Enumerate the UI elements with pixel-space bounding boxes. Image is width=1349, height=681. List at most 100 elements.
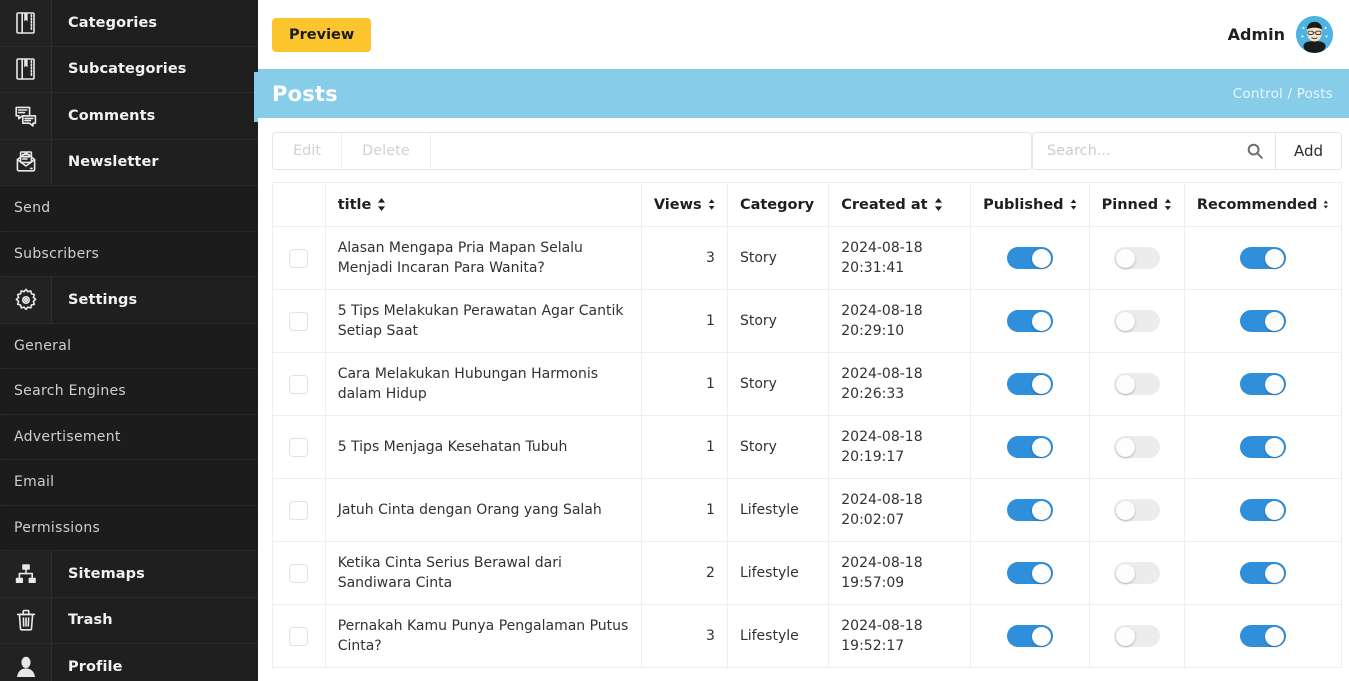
cell-category: Lifestyle [726, 478, 830, 542]
toggle-knob [1264, 500, 1284, 520]
sidebar-item-categories[interactable]: Categories [0, 0, 258, 47]
pinned-toggle[interactable] [1113, 562, 1160, 584]
cell-views: 3 [640, 226, 728, 290]
cell-pinned [1088, 289, 1185, 353]
recommended-toggle[interactable] [1239, 436, 1286, 458]
pinned-toggle[interactable] [1113, 436, 1160, 458]
table-row[interactable]: Ketika Cinta Serius Berawal dari Sandiwa… [272, 541, 1343, 605]
cell-select [272, 541, 326, 605]
published-toggle[interactable] [1006, 373, 1053, 395]
sidebar-subitem-general[interactable]: General [0, 323, 258, 369]
cell-pinned [1088, 352, 1185, 416]
th-pinned[interactable]: Pinned [1088, 182, 1185, 227]
published-toggle[interactable] [1006, 436, 1053, 458]
sort-icon[interactable] [934, 198, 943, 211]
row-checkbox[interactable] [289, 311, 309, 331]
published-toggle[interactable] [1006, 562, 1053, 584]
search-input[interactable] [1046, 143, 1241, 159]
cell-title: Pernakah Kamu Punya Pengalaman Putus Cin… [324, 604, 642, 668]
toggle-knob [1031, 374, 1051, 394]
sidebar-subitem-email[interactable]: Email [0, 460, 258, 506]
published-toggle[interactable] [1006, 310, 1053, 332]
row-checkbox[interactable] [289, 563, 309, 583]
cell-views: 1 [640, 415, 728, 479]
th-views[interactable]: Views [640, 182, 728, 227]
pinned-toggle[interactable] [1113, 247, 1160, 269]
th-published[interactable]: Published [970, 182, 1090, 227]
sort-icon[interactable] [1323, 198, 1329, 211]
preview-button[interactable]: Preview [272, 17, 372, 52]
sidebar-subitem-search-engines[interactable]: Search Engines [0, 369, 258, 415]
row-checkbox[interactable] [289, 248, 309, 268]
table-header: title Views Category Created at Publishe… [272, 182, 1343, 227]
sidebar-item-settings[interactable]: Settings [0, 277, 258, 324]
sidebar-subitem-send[interactable]: Send [0, 186, 258, 232]
sidebar-subitem-permissions[interactable]: Permissions [0, 505, 258, 551]
toggle-knob [1115, 626, 1135, 646]
cell-recommended [1183, 541, 1343, 605]
sidebar-item-trash[interactable]: Trash [0, 597, 258, 644]
cell-title: 5 Tips Menjaga Kesehatan Tubuh [324, 415, 642, 479]
cell-published [970, 289, 1090, 353]
recommended-toggle[interactable] [1239, 247, 1286, 269]
th-created-at[interactable]: Created at [828, 182, 972, 227]
row-checkbox[interactable] [289, 374, 309, 394]
search-icon[interactable] [1247, 143, 1263, 159]
pinned-toggle[interactable] [1113, 499, 1160, 521]
pinned-toggle[interactable] [1113, 310, 1160, 332]
cell-select [272, 415, 326, 479]
th-recommended[interactable]: Recommended [1183, 182, 1343, 227]
top-bar: Preview Admin [258, 0, 1349, 69]
th-title-label: title [337, 196, 372, 213]
row-checkbox[interactable] [289, 500, 309, 520]
sort-icon[interactable] [1070, 198, 1077, 211]
add-button[interactable]: Add [1274, 133, 1341, 169]
toggle-knob [1264, 374, 1284, 394]
pinned-toggle[interactable] [1113, 625, 1160, 647]
sidebar-subitem-subscribers[interactable]: Subscribers [0, 231, 258, 277]
table-row[interactable]: Jatuh Cinta dengan Orang yang Salah 1 Life… [272, 478, 1343, 542]
pinned-toggle[interactable] [1113, 373, 1160, 395]
toggle-knob [1031, 311, 1051, 331]
table-row[interactable]: 5 Tips Melakukan Perawatan Agar Cantik S… [272, 289, 1343, 353]
table-row[interactable]: Cara Melakukan Hubungan Harmonis dalam H… [272, 352, 1343, 416]
cell-views: 2 [640, 541, 728, 605]
row-checkbox[interactable] [289, 626, 309, 646]
sort-icon[interactable] [708, 198, 715, 211]
sort-icon[interactable] [1164, 198, 1172, 211]
cell-published [970, 604, 1090, 668]
table-row[interactable]: Pernakah Kamu Punya Pengalaman Putus Cin… [272, 604, 1343, 668]
sidebar-item-comments[interactable]: Comments [0, 93, 258, 140]
sidebar-item-subcategories[interactable]: Subcategories [0, 46, 258, 93]
bulk-action-group: Edit Delete [272, 132, 1032, 170]
table-row[interactable]: 5 Tips Menjaga Kesehatan Tubuh 1 Story 2024… [272, 415, 1343, 479]
cell-views: 1 [640, 478, 728, 542]
edit-button[interactable]: Edit [273, 133, 343, 169]
avatar[interactable] [1296, 16, 1333, 53]
recommended-toggle[interactable] [1239, 373, 1286, 395]
cell-category: Story [726, 352, 830, 416]
recommended-toggle[interactable] [1239, 310, 1286, 332]
delete-button[interactable]: Delete [342, 133, 431, 169]
envelope-icon [0, 139, 52, 185]
table-row[interactable]: Alasan Mengapa Pria Mapan Selalu Menjadi… [272, 226, 1343, 290]
recommended-toggle[interactable] [1239, 562, 1286, 584]
cell-title: Ketika Cinta Serius Berawal dari Sandiwa… [324, 541, 642, 605]
published-toggle[interactable] [1006, 499, 1053, 521]
sort-icon[interactable] [377, 198, 386, 211]
cell-published [970, 541, 1090, 605]
recommended-toggle[interactable] [1239, 625, 1286, 647]
recommended-toggle[interactable] [1239, 499, 1286, 521]
th-title[interactable]: title [324, 182, 642, 227]
published-toggle[interactable] [1006, 625, 1053, 647]
sidebar-item-profile[interactable]: Profile [0, 644, 258, 681]
row-checkbox[interactable] [289, 437, 309, 457]
sidebar-item-newsletter[interactable]: Newsletter [0, 139, 258, 186]
cell-title: 5 Tips Melakukan Perawatan Agar Cantik S… [324, 289, 642, 353]
th-category[interactable]: Category [726, 182, 830, 227]
admin-menu[interactable]: Admin [1228, 16, 1333, 53]
published-toggle[interactable] [1006, 247, 1053, 269]
sidebar-subitem-advertisement[interactable]: Advertisement [0, 414, 258, 460]
sidebar-item-sitemaps[interactable]: Sitemaps [0, 551, 258, 598]
th-pinned-label: Pinned [1101, 196, 1159, 213]
